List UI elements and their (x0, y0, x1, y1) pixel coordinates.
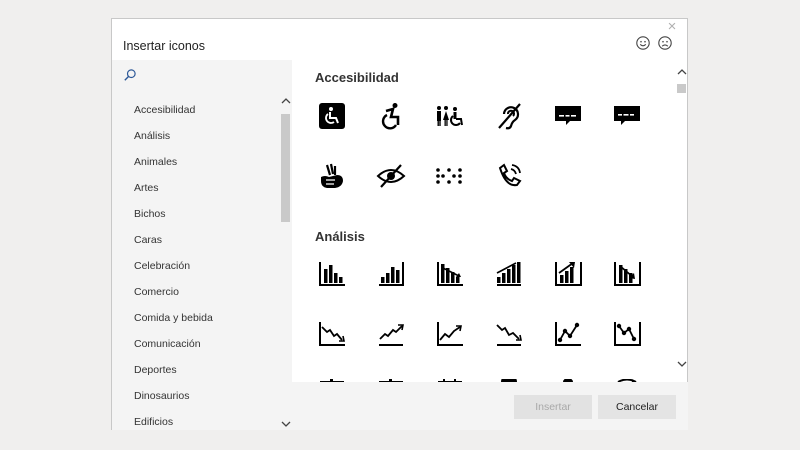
dialog-footer: Insertar Cancelar (292, 382, 688, 430)
category-item[interactable]: Comercio (112, 279, 280, 305)
category-item[interactable]: Animales (112, 149, 280, 175)
scrollbar-thumb[interactable] (677, 84, 686, 93)
bar-chart-arrow-up-icon[interactable] (553, 259, 583, 289)
smile-icon[interactable] (635, 35, 651, 51)
category-item[interactable]: Comida y bebida (112, 305, 280, 331)
hearing-impaired-icon[interactable] (494, 101, 524, 131)
line-chart-up-arrow-icon[interactable] (435, 319, 465, 349)
bar-chart-down-icon[interactable] (317, 259, 347, 289)
scatter-chart-up-icon[interactable] (553, 319, 583, 349)
dialog-title: Insertar iconos (123, 39, 205, 53)
close-icon[interactable]: × (665, 19, 679, 35)
category-item[interactable]: Celebración (112, 253, 280, 279)
scatter-chart-down-icon[interactable] (612, 319, 642, 349)
category-item[interactable]: Análisis (112, 123, 280, 149)
bar-chart-up-icon[interactable] (376, 259, 406, 289)
insert-button[interactable]: Insertar (514, 395, 592, 419)
category-item[interactable]: Accesibilidad (112, 97, 280, 123)
category-item[interactable]: Comunicación (112, 331, 280, 357)
active-wheelchair-icon[interactable] (376, 101, 406, 131)
closed-captioning-icon[interactable] (553, 101, 583, 131)
category-item[interactable]: Artes (112, 175, 280, 201)
category-item[interactable]: Caras (112, 227, 280, 253)
chevron-down-icon[interactable] (281, 420, 291, 428)
category-item[interactable]: Edificios (112, 409, 280, 430)
category-item[interactable]: Dinosaurios (112, 383, 280, 409)
bar-chart-trend-up-icon[interactable] (494, 259, 524, 289)
category-item[interactable]: Bichos (112, 201, 280, 227)
scrollbar-thumb[interactable] (281, 114, 290, 222)
search-icon[interactable] (123, 68, 137, 82)
insert-icons-dialog: Insertar iconos × Accesibilidad Análisis… (111, 18, 688, 430)
line-chart-up-icon[interactable] (376, 319, 406, 349)
wheelchair-sign-icon[interactable] (317, 101, 347, 131)
bar-chart-arrow-down-icon[interactable] (612, 259, 642, 289)
low-vision-icon[interactable] (376, 161, 406, 191)
search-box[interactable] (112, 60, 292, 92)
line-chart-down-arrow-icon[interactable] (494, 319, 524, 349)
frown-icon[interactable] (657, 35, 673, 51)
category-scrollbar[interactable] (280, 97, 292, 430)
chevron-up-icon[interactable] (677, 68, 687, 76)
chevron-up-icon[interactable] (281, 97, 291, 105)
category-pane: Accesibilidad Análisis Animales Artes Bi… (112, 60, 292, 430)
phone-volume-icon[interactable] (494, 161, 524, 191)
cancel-button[interactable]: Cancelar (598, 395, 676, 419)
section-title: Accesibilidad (315, 70, 399, 85)
gallery-scrollbar[interactable] (676, 60, 688, 382)
line-chart-down-icon[interactable] (317, 319, 347, 349)
sign-language-icon[interactable] (317, 161, 347, 191)
category-list: Accesibilidad Análisis Animales Artes Bi… (112, 97, 280, 430)
section-title: Análisis (315, 229, 365, 244)
bar-chart-trend-down-icon[interactable] (435, 259, 465, 289)
closed-captioning-alt-icon[interactable] (612, 101, 642, 131)
category-item[interactable]: Deportes (112, 357, 280, 383)
chevron-down-icon[interactable] (677, 360, 687, 368)
family-accessible-icon[interactable] (435, 101, 465, 131)
braille-icon[interactable] (435, 161, 465, 191)
icon-gallery: Accesibilidad Análisis (292, 60, 676, 382)
